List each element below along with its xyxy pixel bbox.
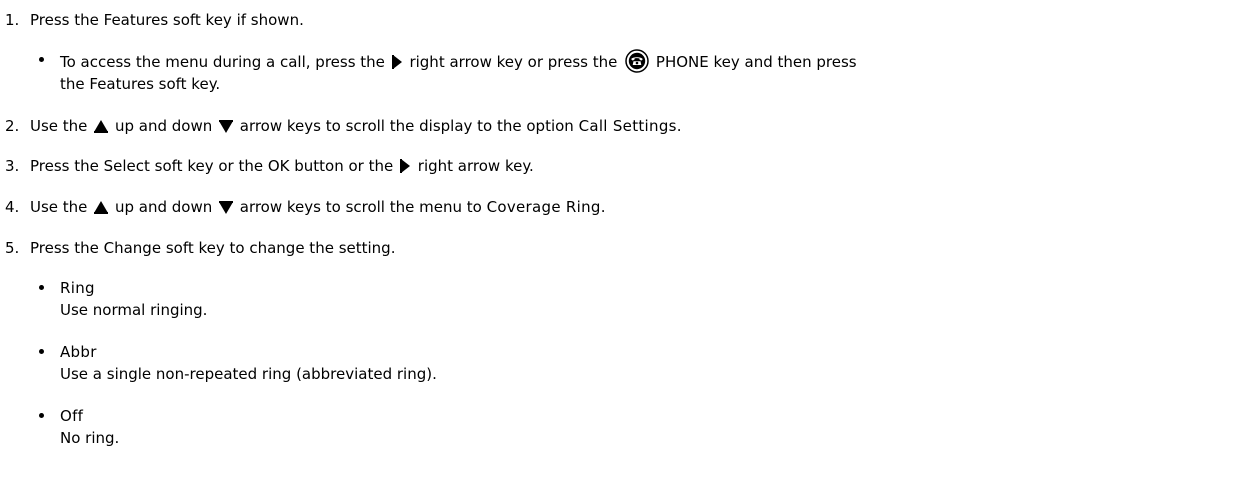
option-description: Use a single non-repeated ring (abbrevia…	[60, 365, 437, 383]
bullet-icon	[37, 49, 60, 95]
option-description: No ring.	[60, 429, 120, 447]
right-arrow-icon	[400, 159, 411, 173]
bullet-icon	[37, 277, 60, 321]
help-page: 1. Press the Features soft key if shown. …	[0, 0, 1242, 493]
step-5: 5. Press the Change soft key to change th…	[5, 237, 395, 259]
down-arrow-icon	[218, 120, 233, 133]
option-term: Off	[60, 407, 84, 425]
step-number: 4.	[5, 198, 20, 216]
down-arrow-icon	[218, 201, 233, 214]
step-2: 2. Use the up and down arrow keys to scro…	[5, 117, 682, 135]
up-arrow-icon	[94, 201, 109, 214]
menu-term: Coverage Ring	[486, 198, 601, 216]
up-arrow-icon	[94, 120, 109, 133]
bullet-line: To access the menu during a call, press …	[60, 49, 857, 73]
step-text: Press the Features soft key if shown.	[30, 11, 304, 29]
step-number: 3.	[5, 157, 20, 175]
phone-key-icon	[625, 49, 649, 73]
step-text: Press the Change soft key to change the …	[30, 239, 396, 257]
list-item: Ring Use normal ringing.	[37, 277, 207, 321]
step-4: 4. Use the up and down arrow keys to scro…	[5, 198, 606, 216]
list-item: To access the menu during a call, press …	[37, 49, 857, 95]
option-term: Abbr	[60, 343, 97, 361]
option-description: Use normal ringing.	[60, 301, 208, 319]
right-arrow-icon	[391, 55, 402, 69]
step-1: 1. Press the Features soft key if shown.	[5, 9, 304, 31]
list-item: Abbr Use a single non-repeated ring (abb…	[37, 341, 437, 385]
option-term: Ring	[60, 279, 95, 297]
bullet-icon	[37, 341, 60, 385]
step-number: 2.	[5, 117, 20, 135]
step-number: 1.	[5, 11, 20, 29]
menu-term: Call Settings	[578, 117, 677, 135]
bullet-icon	[37, 405, 60, 449]
list-item: Off No ring.	[37, 405, 119, 449]
step-number: 5.	[5, 239, 20, 257]
step-3: 3. Press the Select soft key or the OK bu…	[5, 157, 534, 175]
bullet-line: the Features soft key.	[60, 75, 221, 93]
